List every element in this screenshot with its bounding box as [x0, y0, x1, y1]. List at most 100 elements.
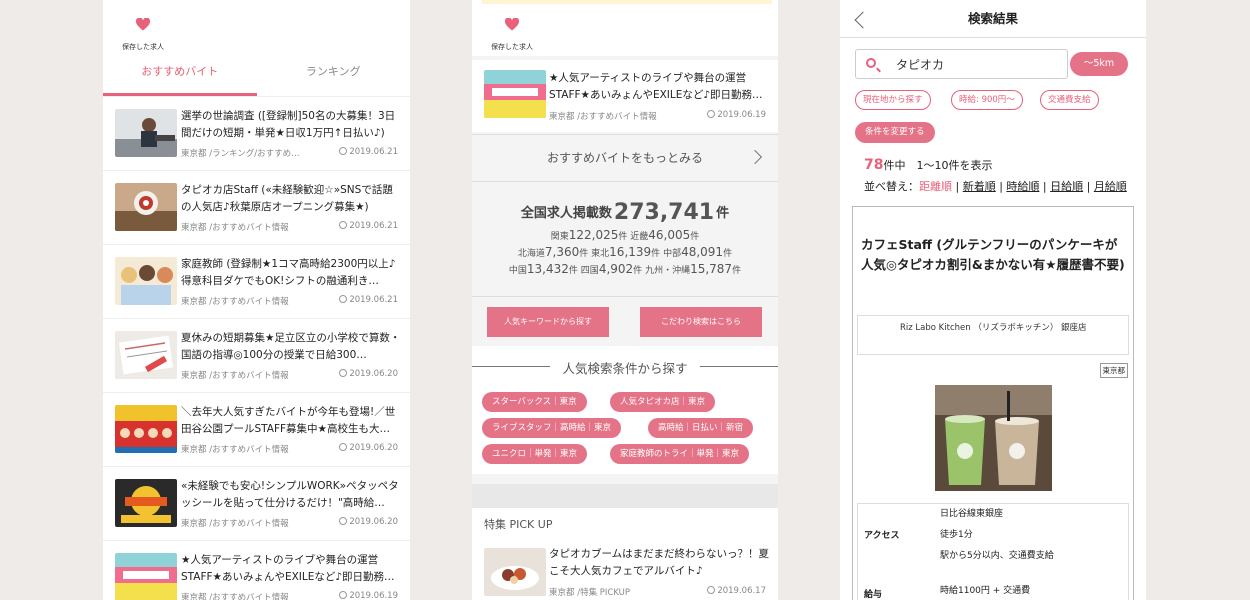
job-list: 選挙の世論調査 ([登録制]50名の大募集！3日間だけの短期・単発★日収1万円↑… — [103, 96, 410, 600]
saved-jobs-link[interactable]: 保存した求人 — [118, 18, 168, 53]
list-item[interactable]: ★人気アーティストのライブや舞台の運営STAFF★あいみょんやEXILEなど♪即… — [103, 541, 410, 600]
pickup-section: 特集 PICK UP タピオカブームはまだまだ終わらないっ？！夏こそ大人気カフェ… — [472, 508, 778, 600]
job-thumbnail — [115, 553, 177, 600]
pickup-title[interactable]: タピオカブームはまだまだ終わらないっ？！夏こそ大人気カフェでアルバイト♪ — [549, 546, 771, 580]
job-stats: 全国求人掲載数273,741 件 関東122,025件 近畿46,005件 北海道… — [472, 184, 778, 296]
popular-chip[interactable]: 家庭教師のトライ｜単発｜東京 — [610, 444, 750, 464]
filter-chip-transport[interactable]: 交通費支給 — [1040, 90, 1099, 110]
tab-ranking[interactable]: ランキング — [257, 56, 411, 96]
pickup-thumbnail — [484, 548, 546, 596]
job-meta: 東京都 /おすすめバイト情報 — [549, 112, 657, 122]
filter-chip-location[interactable]: 現在地から探す — [855, 90, 931, 110]
job-title: 夏休みの短期募集★足立区立の小学校で算数・国語の指導◎100分の授業で日給300… — [181, 332, 401, 361]
job-thumbnail — [484, 70, 546, 118]
job-thumbnail — [115, 183, 177, 231]
job-title: 家庭教師 (登録制★1コマ高時給2300円以上♪得意科目ダケでもOK!シフトの融… — [181, 258, 396, 287]
job-thumbnail — [115, 257, 177, 305]
popular-chip[interactable]: スターバックス｜東京 — [482, 392, 587, 412]
job-meta: 東京都 /おすすめバイト情報 — [181, 371, 289, 381]
job-thumbnail — [115, 109, 177, 157]
clock-icon — [339, 517, 348, 525]
distance-button[interactable]: 〜5km — [1070, 52, 1128, 76]
saved-jobs-link[interactable]: 保存した求人 — [487, 18, 537, 53]
job-date: 2019.06.21 — [339, 295, 398, 305]
job-date: 2019.06.20 — [339, 369, 398, 379]
chevron-right-icon — [747, 149, 763, 165]
popular-chip[interactable]: 人気タピオカ店｜東京 — [610, 392, 716, 412]
popular-chip[interactable]: ライブスタッフ｜高時給｜東京 — [482, 418, 622, 438]
salary-label: 給与 — [864, 590, 883, 600]
search-input[interactable] — [896, 55, 1061, 73]
heart-icon — [136, 18, 150, 31]
job-title: «未経験でも安心!シンプルWORK»ペタッペタッシールを貼って仕分けるだけ！"高… — [181, 480, 399, 509]
panel-search-results: 検索結果 〜5km 現在地から探す 時給: 900円〜 交通費支給 条件を変更す… — [840, 0, 1146, 600]
job-title: 選挙の世論調査 ([登録制]50名の大募集！3日間だけの短期・単発★日収1万円↑… — [181, 110, 396, 139]
access-label: アクセス — [864, 531, 900, 541]
job-date: 2019.06.20 — [339, 443, 398, 453]
sort-monthly[interactable]: 月給順 — [1094, 180, 1127, 193]
result-count: 78件中 1〜10件を表示 — [864, 157, 993, 173]
see-more-button[interactable]: おすすめバイトをもっとみる — [472, 134, 778, 182]
keyword-search-button[interactable]: 人気キーワードから探す — [487, 307, 609, 337]
detail-search-button[interactable]: こだわり検索はこちら — [640, 307, 762, 337]
clock-icon — [339, 221, 348, 229]
clock-icon — [339, 147, 348, 155]
job-card[interactable]: カフェStaff (グルテンフリーのパンケーキが人気◎タピオカ割引&まかない有★… — [852, 206, 1134, 600]
clock-icon — [707, 586, 716, 594]
popular-chip[interactable]: 高時給｜日払い｜新宿 — [648, 418, 754, 438]
tab-bar: おすすめバイト ランキング — [103, 56, 410, 96]
job-thumbnail — [115, 331, 177, 379]
salary-value: 時給1100円 + 交通費 — [940, 586, 1031, 596]
job-thumbnail — [115, 479, 177, 527]
job-meta: 東京都 /おすすめバイト情報 — [181, 223, 289, 233]
list-item[interactable]: 夏休みの短期募集★足立区立の小学校で算数・国語の指導◎100分の授業で日給300… — [103, 319, 410, 393]
region-stats-row: 中国13,432件 四国4,902件 九州・沖縄15,787件 — [508, 262, 742, 276]
job-date: 2019.06.21 — [339, 221, 398, 231]
see-more-label: おすすめバイトをもっとみる — [546, 151, 703, 165]
job-meta: 東京都 /おすすめバイト情報 — [181, 297, 289, 307]
decorative-banner — [482, 0, 772, 4]
popular-chip[interactable]: ユニクロ｜単発｜東京 — [482, 444, 588, 464]
list-item[interactable]: «未経験でも安心!シンプルWORK»ペタッペタッシールを貼って仕分けるだけ！"高… — [103, 467, 410, 541]
search-icon — [866, 58, 876, 68]
list-item[interactable]: 家庭教師 (登録制★1コマ高時給2300円以上♪得意科目ダケでもOK!シフトの融… — [103, 245, 410, 319]
job-meta: 東京都 /ランキング/おすすめ… — [181, 149, 300, 159]
job-meta: 東京都 /おすすめバイト情報 — [181, 519, 289, 529]
page-title: 検索結果 — [967, 11, 1018, 26]
header-area: 保存した求人 — [472, 0, 778, 56]
search-buttons: 人気キーワードから探す こだわり検索はこちら — [472, 296, 778, 344]
change-conditions-button[interactable]: 条件を変更する — [855, 122, 935, 143]
pickup-meta: 東京都 /特集 PICKUP — [549, 588, 631, 598]
job-date: 2019.06.20 — [339, 517, 398, 527]
sort-options: 並べ替え：距離順 | 新着順 | 時給順 | 日給順 | 月給順 — [864, 180, 1127, 193]
tab-recommended[interactable]: おすすめバイト — [103, 56, 257, 96]
region-stats-row: 関東122,025件 近畿46,005件 — [550, 228, 700, 242]
filter-chip-wage[interactable]: 時給: 900円〜 — [951, 90, 1023, 110]
job-title: ＼去年大人気すぎたバイトが今年も登場!／世田谷公園プールSTAFF募集中★高校生… — [181, 406, 396, 435]
sort-daily[interactable]: 日給順 — [1050, 180, 1083, 193]
job-photo — [935, 385, 1052, 491]
heart-icon — [505, 18, 519, 31]
panel-home: 保存した求人 ★人気アーティストのライブや舞台の運営STAFF★あいみょんやEX… — [472, 0, 778, 600]
list-item[interactable]: ＼去年大人気すぎたバイトが今年も登場!／世田谷公園プールSTAFF募集中★高校生… — [103, 393, 410, 467]
job-info-table: アクセス 日比谷線東銀座 徒歩1分 駅から5分以内、交通費支給 給与 時給110… — [857, 503, 1129, 600]
sort-newest[interactable]: 新着順 — [963, 180, 996, 193]
list-item[interactable]: 選挙の世論調査 ([登録制]50名の大募集！3日間だけの短期・単発★日収1万円↑… — [103, 97, 410, 171]
job-date: 2019.06.19 — [707, 110, 766, 120]
list-item[interactable]: タピオカ店Staff («未経験歓迎☆»SNSで話題の人気店♪秋葉原店オープニン… — [103, 171, 410, 245]
total-jobs: 全国求人掲載数273,741 件 — [520, 200, 730, 225]
job-title: ★人気アーティストのライブや舞台の運営STAFF★あいみょんやEXILEなど♪即… — [549, 72, 763, 101]
sort-distance[interactable]: 距離順 — [919, 180, 952, 193]
sort-hourly[interactable]: 時給順 — [1006, 180, 1039, 193]
sort-label: 並べ替え： — [864, 180, 919, 193]
panel-recommended-jobs: 保存した求人 おすすめバイト ランキング 選挙の世論調査 ([登録制]50名の大… — [103, 0, 410, 600]
region-stats-row: 北海道7,360件 東北16,139件 中部48,091件 — [517, 245, 733, 259]
popular-searches: 人気検索条件から探す スターバックス｜東京 人気タピオカ店｜東京 ライブスタッフ… — [472, 346, 778, 474]
access-line: 駅から5分以内、交通費支給 — [940, 551, 1054, 561]
job-title: ★人気アーティストのライブや舞台の運営STAFF★あいみょんやEXILEなど♪即… — [181, 554, 395, 583]
list-item[interactable]: ★人気アーティストのライブや舞台の運営STAFF★あいみょんやEXILEなど♪即… — [472, 60, 778, 132]
pickup-heading: 特集 PICK UP — [484, 518, 553, 531]
saved-jobs-label: 保存した求人 — [491, 43, 533, 51]
job-card-title: カフェStaff (グルテンフリーのパンケーキが人気◎タピオカ割引&まかない有★… — [861, 237, 1125, 272]
clock-icon — [707, 110, 716, 118]
